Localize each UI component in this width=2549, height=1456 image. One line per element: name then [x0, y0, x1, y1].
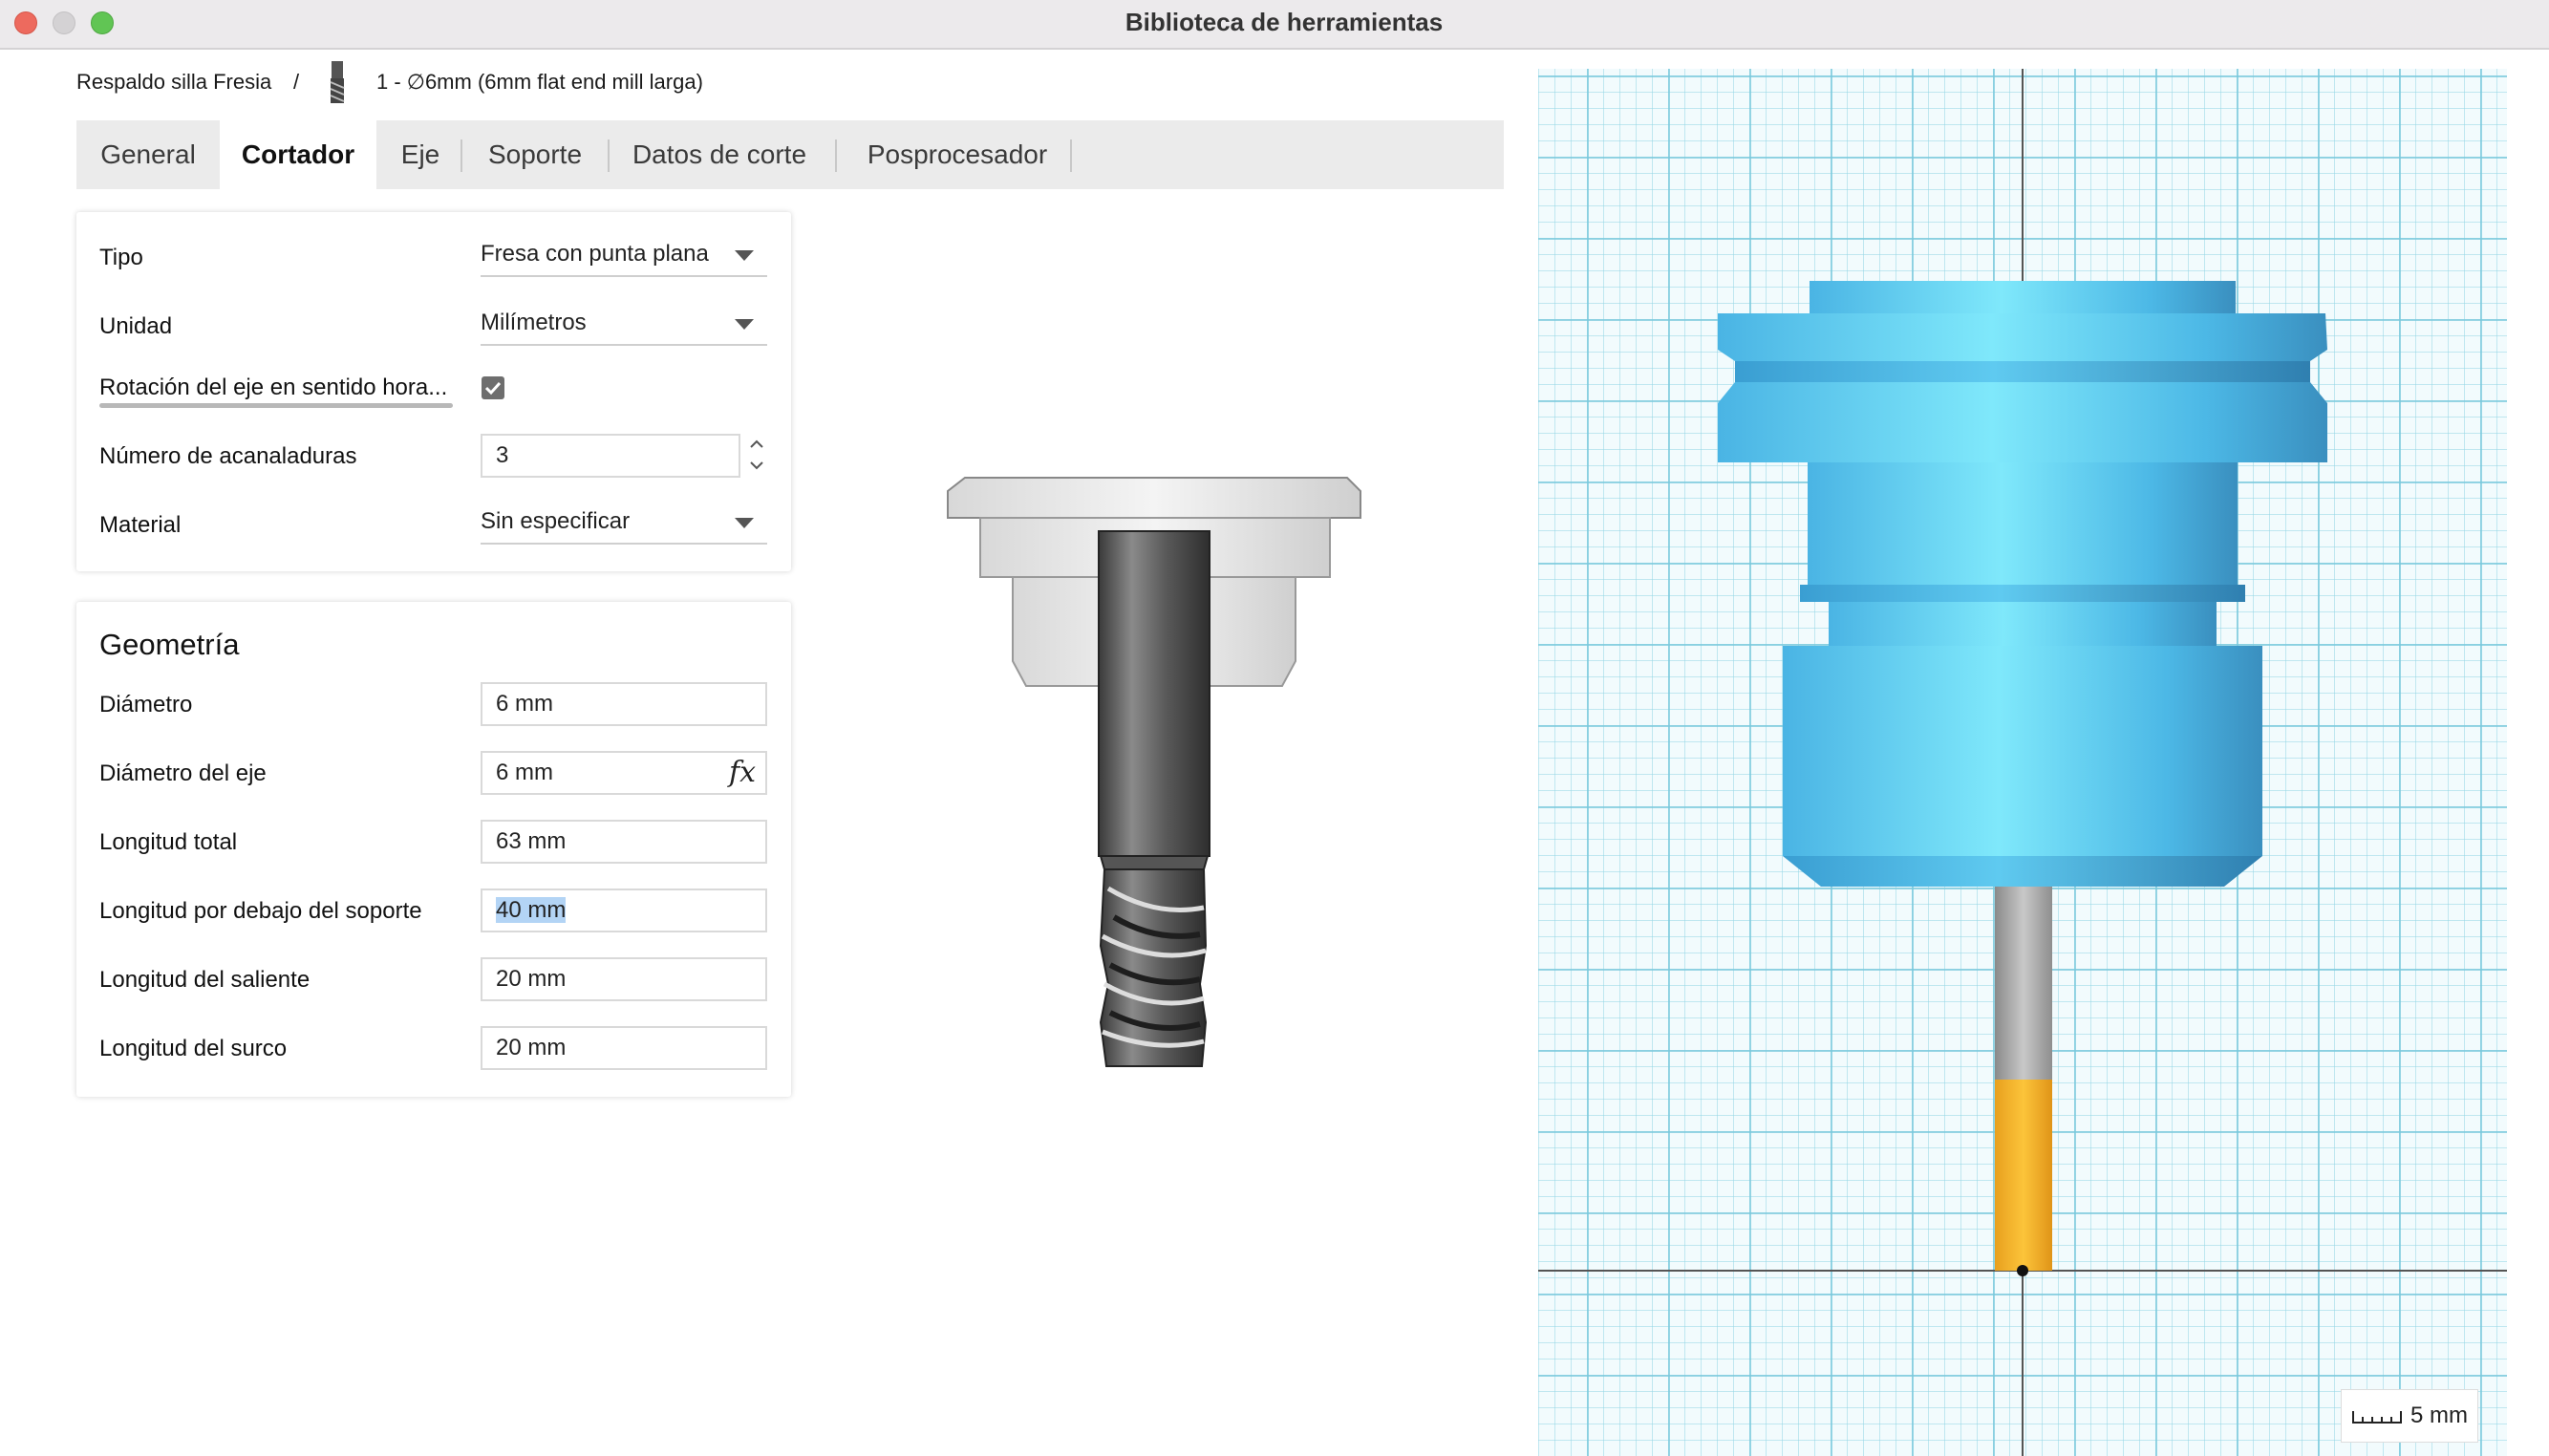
label-scrollbar[interactable] — [99, 403, 453, 408]
shaft-diameter-label: Diámetro del eje — [99, 760, 267, 786]
tool-assembly-model — [1718, 281, 2327, 1276]
type-value: Fresa con punta plana — [481, 241, 709, 267]
material-dropdown[interactable]: Sin especificar — [481, 503, 767, 545]
breadcrumb-library[interactable]: Respaldo silla Fresia — [76, 67, 271, 97]
flute-length-input[interactable]: 20 mm — [481, 1026, 767, 1070]
geometry-title: Geometría — [99, 628, 240, 661]
unit-dropdown[interactable]: Milímetros — [481, 304, 767, 346]
tool-preview-image — [947, 477, 1361, 1067]
checkmark-icon — [484, 381, 502, 396]
tab-posprocesador[interactable]: Posprocesador — [850, 120, 1064, 189]
type-dropdown[interactable]: Fresa con punta plana — [481, 235, 767, 277]
chevron-down-icon[interactable] — [750, 461, 763, 470]
tab-eje[interactable]: Eje — [386, 120, 455, 189]
breadcrumb-separator: / — [293, 70, 300, 94]
window-title: Biblioteca de herramientas — [1125, 8, 1444, 36]
length-below-holder-value: 40 mm — [496, 897, 567, 923]
tool-3d-viewport[interactable] — [1538, 69, 2507, 1456]
geometry-panel: Geometría Diámetro 6 mm Diámetro del eje… — [76, 602, 791, 1097]
unit-label: Unidad — [99, 313, 173, 339]
diameter-input[interactable]: 6 mm — [481, 682, 767, 726]
chevron-down-icon — [735, 518, 754, 528]
overall-length-input[interactable]: 63 mm — [481, 820, 767, 864]
flute-length-label: Longitud del surco — [99, 1036, 288, 1061]
length-below-holder-input[interactable]: 40 mm — [481, 889, 767, 932]
type-label: Tipo — [99, 245, 143, 270]
tab-general[interactable]: General — [76, 120, 220, 189]
end-mill-icon — [330, 61, 345, 103]
flutes-label: Número de acanaladuras — [99, 443, 357, 469]
chevron-down-icon — [735, 250, 754, 261]
material-label: Material — [99, 512, 182, 538]
unit-value: Milímetros — [481, 310, 587, 335]
flutes-stepper[interactable] — [747, 434, 766, 476]
overall-length-label: Longitud total — [99, 829, 238, 855]
tab-separator — [1070, 139, 1072, 172]
diameter-label: Diámetro — [99, 692, 193, 717]
shaft-diameter-value: 6 mm — [496, 760, 553, 785]
length-below-holder-label: Longitud por debajo del soporte — [99, 898, 422, 924]
scale-indicator: 5 mm — [2341, 1389, 2478, 1443]
tab-separator — [461, 139, 462, 172]
chevron-down-icon — [735, 319, 754, 330]
shoulder-length-input[interactable]: 20 mm — [481, 957, 767, 1001]
tab-cortador[interactable]: Cortador — [220, 120, 376, 189]
breadcrumb-tool: 1 - ∅6mm (6mm flat end mill larga) — [376, 70, 703, 94]
scale-label: 5 mm — [2410, 1402, 2468, 1428]
tab-bar: General Cortador Eje Soporte Datos de co… — [76, 120, 1504, 189]
cutter-panel: Tipo Fresa con punta plana Unidad Milíme… — [76, 212, 791, 571]
title-bar: Biblioteca de herramientas — [0, 0, 2549, 50]
clockwise-label: Rotación del eje en sentido hora... — [99, 375, 448, 400]
material-value: Sin especificar — [481, 508, 631, 534]
flutes-input[interactable]: 3 — [481, 434, 740, 478]
ruler-icon — [2352, 1411, 2402, 1424]
chevron-up-icon[interactable] — [750, 439, 763, 448]
tab-separator — [835, 139, 837, 172]
shoulder-length-label: Longitud del saliente — [99, 967, 311, 993]
shaft-diameter-input[interactable]: 6 mm fx — [481, 751, 767, 795]
formula-icon[interactable]: fx — [729, 753, 756, 793]
tab-datos-de-corte[interactable]: Datos de corte — [621, 120, 818, 189]
tab-separator — [608, 139, 610, 172]
clockwise-checkbox[interactable] — [482, 376, 504, 399]
tab-soporte[interactable]: Soporte — [472, 120, 598, 189]
